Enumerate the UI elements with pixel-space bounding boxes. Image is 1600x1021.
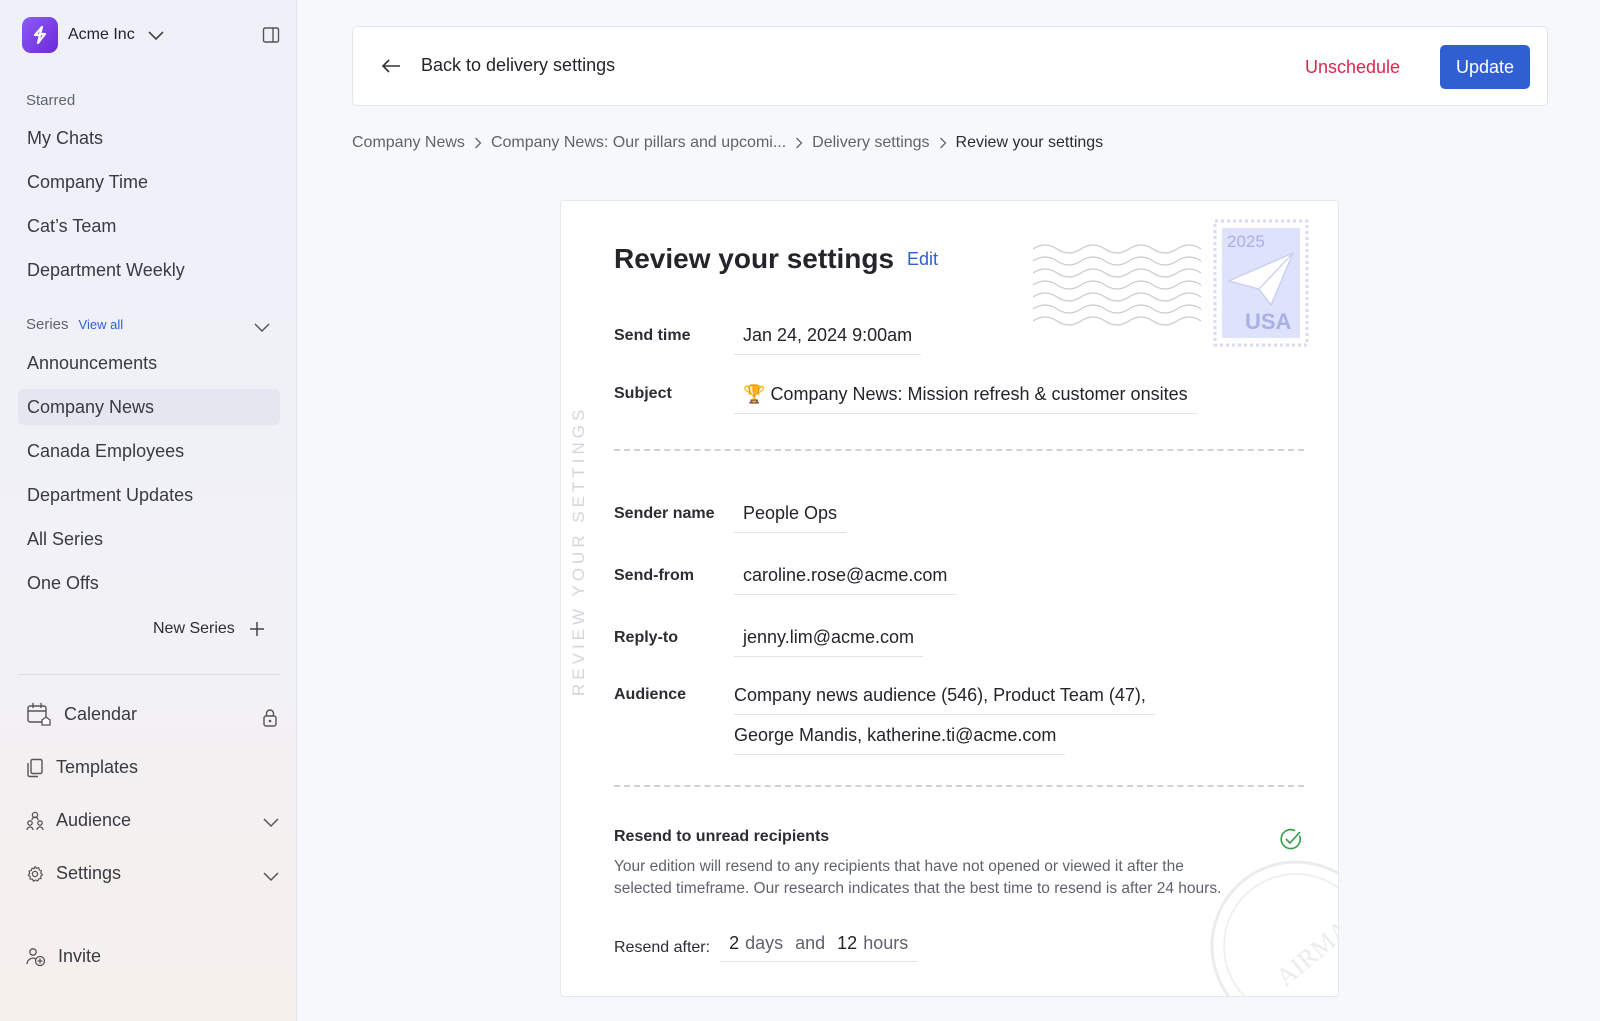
breadcrumb-current: Review your settings [955,134,1104,151]
new-series-button[interactable]: New Series [153,620,265,638]
sidebar-item-label: Settings [56,863,122,883]
chevron-right-icon [474,137,482,149]
sidebar: Acme Inc Starred My Chats Company Time C… [0,0,297,1021]
app-logo-icon [22,17,58,53]
send-time-value: Jan 24, 2024 9:00am [734,325,922,355]
resend-hours-value: 12 [837,933,858,953]
breadcrumb-item[interactable]: Company News [352,134,465,152]
back-label: Back to delivery settings [421,55,616,75]
sidebar-item-settings[interactable]: Settings [26,863,121,884]
reply-to-value: jenny.lim@acme.com [734,627,923,657]
breadcrumb: Company News Company News: Our pillars a… [352,134,1103,152]
sidebar-item-all-series[interactable]: All Series [18,521,280,557]
audience-icon [26,811,44,830]
add-user-icon [26,947,46,966]
chevron-down-icon [148,31,164,41]
resend-after-row: Resend after: 2 days and 12 hours [614,933,918,962]
sidebar-toggle-icon[interactable] [262,26,280,49]
airmail-stamp-icon: AIRMAIL [1210,860,1339,996]
vertical-section-label: REVIEW YOUR SETTINGS [569,405,588,696]
invite-label: Invite [58,946,102,966]
sidebar-item-my-chats[interactable]: My Chats [18,120,280,156]
sender-name-value: People Ops [734,503,847,533]
resend-after-value[interactable]: 2 days and 12 hours [720,933,918,962]
edit-link[interactable]: Edit [907,249,938,270]
sidebar-item-label: Audience [56,810,132,830]
update-button[interactable]: Update [1440,45,1530,89]
audience-value-line2: George Mandis, katherine.ti@acme.com [734,725,1066,755]
page-header: Back to delivery settings Unschedule Upd… [352,26,1548,106]
postage-stamp-icon: 2025 USA [1033,219,1309,347]
chevron-right-icon [795,137,803,149]
back-button[interactable]: Back to delivery settings [381,55,615,76]
send-from-value: caroline.rose@acme.com [734,565,957,595]
chevron-down-icon[interactable] [262,816,280,828]
send-from-label: Send-from [614,567,694,584]
plus-icon [249,622,264,636]
invite-button[interactable]: Invite [26,946,101,967]
section-divider [614,449,1304,451]
breadcrumb-item[interactable]: Company News: Our pillars and upcomi... [491,134,786,152]
page-title: Review your settings [614,243,895,274]
check-circle-icon[interactable] [1279,827,1303,851]
chevron-right-icon [939,137,947,149]
trophy-icon: 🏆 [743,384,766,404]
sidebar-item-one-offs[interactable]: One Offs [18,565,280,601]
stamp-country: USA [1245,309,1292,334]
series-section-header: Series View all [26,316,123,333]
reply-to-label: Reply-to [614,629,678,646]
sidebar-item-company-news[interactable]: Company News [18,389,280,425]
resend-after-label: Resend after: [614,938,711,956]
audience-value-line1: Company news audience (546), Product Tea… [734,685,1155,715]
sidebar-item-audience[interactable]: Audience [26,810,131,831]
org-name: Acme Inc [68,26,135,43]
arrow-left-icon [381,58,400,73]
sidebar-item-department-updates[interactable]: Department Updates [18,477,280,513]
chevron-down-icon[interactable] [253,321,271,333]
sidebar-item-label: Calendar [64,703,138,724]
sidebar-item-department-weekly[interactable]: Department Weekly [18,252,280,288]
series-section-label: Series [26,316,69,333]
org-switcher[interactable]: Acme Inc [22,17,165,53]
audience-label: Audience [614,686,687,703]
breadcrumb-item[interactable]: Delivery settings [812,134,929,152]
resend-and-word: and [795,933,826,953]
chevron-down-icon[interactable] [262,870,280,882]
unschedule-button[interactable]: Unschedule [1305,57,1400,78]
section-divider [614,785,1304,787]
templates-icon [27,758,43,777]
gear-icon [27,865,44,882]
calendar-icon [27,703,51,726]
resend-days-value: 2 [729,933,740,953]
send-time-label: Send time [614,327,691,344]
airmail-text: AIRMAIL [1270,899,1339,993]
sidebar-item-calendar[interactable]: Calendar [26,701,137,727]
starred-section-label: Starred [26,92,76,109]
resend-days-unit: days [745,933,784,953]
stamp-year: 2025 [1227,232,1265,251]
resend-hours-unit: hours [863,933,909,953]
sidebar-item-company-time[interactable]: Company Time [18,164,280,200]
sidebar-divider [18,674,280,675]
review-card: REVIEW YOUR SETTINGS Review your setting… [560,200,1339,997]
subject-label: Subject [614,385,672,402]
sidebar-item-cats-team[interactable]: Cat’s Team [18,208,280,244]
subject-value: 🏆 Company News: Mission refresh & custom… [734,384,1197,414]
lock-icon [263,709,277,727]
view-all-link[interactable]: View all [79,317,124,332]
resend-title: Resend to unread recipients [614,828,830,845]
subject-text: Company News: Mission refresh & customer… [770,384,1188,404]
sidebar-item-label: Templates [56,757,139,777]
sidebar-item-announcements[interactable]: Announcements [18,345,280,381]
sender-name-label: Sender name [614,505,715,522]
sidebar-item-canada-employees[interactable]: Canada Employees [18,433,280,469]
sidebar-item-templates[interactable]: Templates [26,757,138,778]
resend-description: Your edition will resend to any recipien… [614,858,1222,897]
new-series-label: New Series [153,620,235,637]
